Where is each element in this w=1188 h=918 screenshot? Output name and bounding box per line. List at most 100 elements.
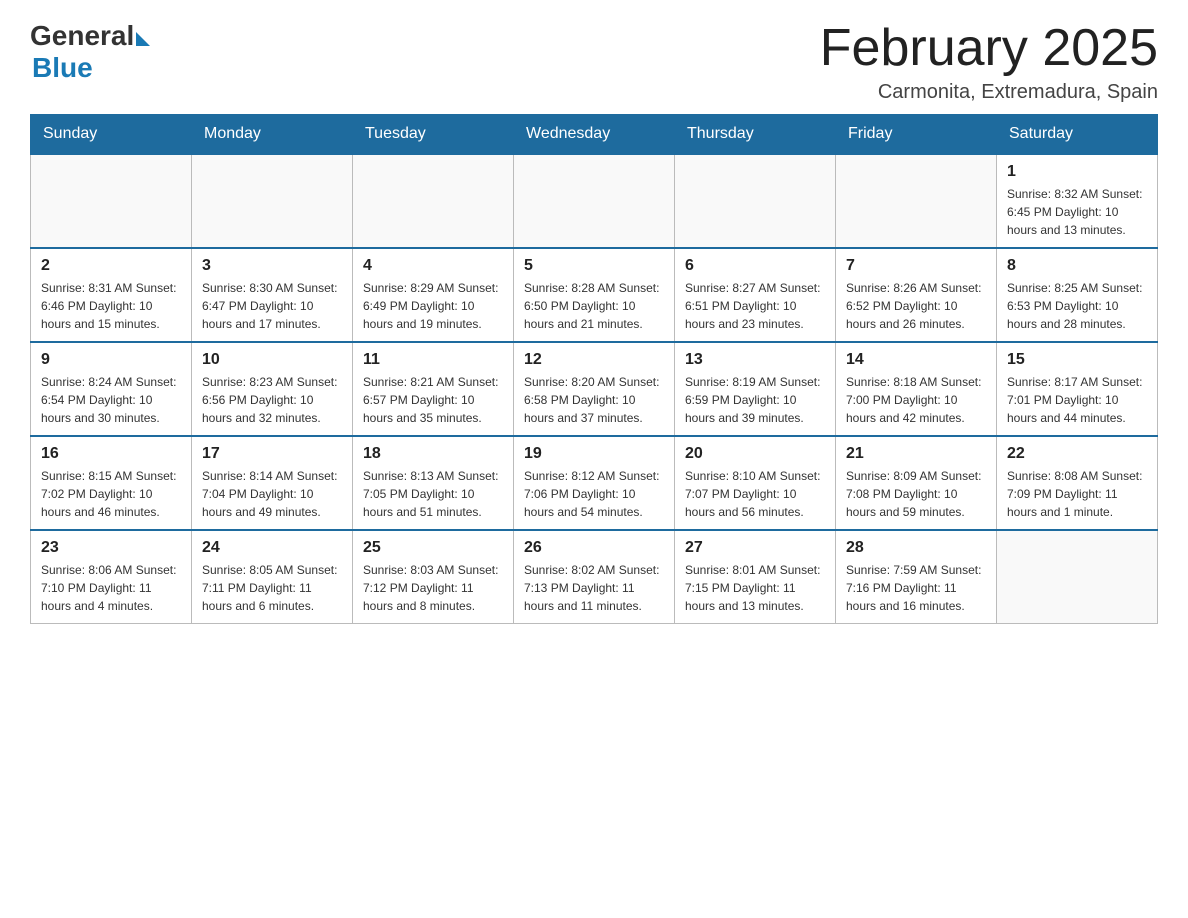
- day-number: 3: [202, 257, 342, 275]
- calendar-cell: [514, 154, 675, 248]
- day-number: 14: [846, 351, 986, 369]
- day-number: 24: [202, 539, 342, 557]
- day-info: Sunrise: 8:05 AM Sunset: 7:11 PM Dayligh…: [202, 561, 342, 615]
- calendar-cell: 6 Sunrise: 8:27 AM Sunset: 6:51 PM Daylig…: [675, 248, 836, 342]
- calendar-cell: 23 Sunrise: 8:06 AM Sunset: 7:10 PM Dayli…: [31, 530, 192, 624]
- week-row-5: 23 Sunrise: 8:06 AM Sunset: 7:10 PM Dayli…: [31, 530, 1158, 624]
- day-number: 9: [41, 351, 181, 369]
- day-info: Sunrise: 8:30 AM Sunset: 6:47 PM Dayligh…: [202, 279, 342, 333]
- day-info: Sunrise: 8:02 AM Sunset: 7:13 PM Dayligh…: [524, 561, 664, 615]
- day-number: 16: [41, 445, 181, 463]
- day-info: Sunrise: 8:25 AM Sunset: 6:53 PM Dayligh…: [1007, 279, 1147, 333]
- calendar-cell: 13 Sunrise: 8:19 AM Sunset: 6:59 PM Dayli…: [675, 342, 836, 436]
- day-info: Sunrise: 8:06 AM Sunset: 7:10 PM Dayligh…: [41, 561, 181, 615]
- calendar-cell: 25Sunrise: 8:03 AM Sunset: 7:12 PM Dayli…: [353, 530, 514, 624]
- calendar-cell: [31, 154, 192, 248]
- weekday-header-sunday: Sunday: [31, 115, 192, 155]
- day-info: Sunrise: 8:28 AM Sunset: 6:50 PM Dayligh…: [524, 279, 664, 333]
- weekday-header-saturday: Saturday: [997, 115, 1158, 155]
- day-info: Sunrise: 8:03 AM Sunset: 7:12 PM Dayligh…: [363, 561, 503, 615]
- day-info: Sunrise: 8:29 AM Sunset: 6:49 PM Dayligh…: [363, 279, 503, 333]
- week-row-3: 9 Sunrise: 8:24 AM Sunset: 6:54 PM Daylig…: [31, 342, 1158, 436]
- day-info: Sunrise: 8:24 AM Sunset: 6:54 PM Dayligh…: [41, 373, 181, 427]
- calendar-cell: [675, 154, 836, 248]
- calendar-cell: 20 Sunrise: 8:10 AM Sunset: 7:07 PM Dayli…: [675, 436, 836, 530]
- calendar-subtitle: Carmonita, Extremadura, Spain: [820, 81, 1158, 104]
- day-number: 5: [524, 257, 664, 275]
- week-row-1: 1 Sunrise: 8:32 AM Sunset: 6:45 PM Daylig…: [31, 154, 1158, 248]
- day-number: 15: [1007, 351, 1147, 369]
- logo-blue-text: Blue: [32, 52, 93, 84]
- logo-arrow-icon: [136, 32, 150, 46]
- day-info: Sunrise: 8:20 AM Sunset: 6:58 PM Dayligh…: [524, 373, 664, 427]
- calendar-cell: 19Sunrise: 8:12 AM Sunset: 7:06 PM Dayli…: [514, 436, 675, 530]
- day-info: Sunrise: 8:10 AM Sunset: 7:07 PM Dayligh…: [685, 467, 825, 521]
- calendar-cell: 9 Sunrise: 8:24 AM Sunset: 6:54 PM Daylig…: [31, 342, 192, 436]
- calendar-cell: 10Sunrise: 8:23 AM Sunset: 6:56 PM Dayli…: [192, 342, 353, 436]
- weekday-header-thursday: Thursday: [675, 115, 836, 155]
- day-info: Sunrise: 8:01 AM Sunset: 7:15 PM Dayligh…: [685, 561, 825, 615]
- day-info: Sunrise: 8:15 AM Sunset: 7:02 PM Dayligh…: [41, 467, 181, 521]
- day-number: 2: [41, 257, 181, 275]
- day-number: 10: [202, 351, 342, 369]
- day-number: 11: [363, 351, 503, 369]
- calendar-cell: 2 Sunrise: 8:31 AM Sunset: 6:46 PM Daylig…: [31, 248, 192, 342]
- weekday-header-monday: Monday: [192, 115, 353, 155]
- day-info: Sunrise: 8:21 AM Sunset: 6:57 PM Dayligh…: [363, 373, 503, 427]
- calendar-cell: 21 Sunrise: 8:09 AM Sunset: 7:08 PM Dayli…: [836, 436, 997, 530]
- calendar-cell: 14 Sunrise: 8:18 AM Sunset: 7:00 PM Dayli…: [836, 342, 997, 436]
- day-number: 27: [685, 539, 825, 557]
- calendar-cell: [353, 154, 514, 248]
- day-info: Sunrise: 8:14 AM Sunset: 7:04 PM Dayligh…: [202, 467, 342, 521]
- calendar-cell: 11 Sunrise: 8:21 AM Sunset: 6:57 PM Dayli…: [353, 342, 514, 436]
- day-number: 8: [1007, 257, 1147, 275]
- weekday-header-friday: Friday: [836, 115, 997, 155]
- day-number: 7: [846, 257, 986, 275]
- calendar-cell: 7 Sunrise: 8:26 AM Sunset: 6:52 PM Daylig…: [836, 248, 997, 342]
- day-info: Sunrise: 8:19 AM Sunset: 6:59 PM Dayligh…: [685, 373, 825, 427]
- day-info: Sunrise: 8:12 AM Sunset: 7:06 PM Dayligh…: [524, 467, 664, 521]
- title-block: February 2025 Carmonita, Extremadura, Sp…: [820, 20, 1158, 104]
- day-info: Sunrise: 8:08 AM Sunset: 7:09 PM Dayligh…: [1007, 467, 1147, 521]
- day-number: 13: [685, 351, 825, 369]
- calendar-cell: 5 Sunrise: 8:28 AM Sunset: 6:50 PM Daylig…: [514, 248, 675, 342]
- calendar-title: February 2025: [820, 20, 1158, 77]
- day-number: 17: [202, 445, 342, 463]
- calendar-cell: 15 Sunrise: 8:17 AM Sunset: 7:01 PM Dayli…: [997, 342, 1158, 436]
- day-number: 18: [363, 445, 503, 463]
- calendar-cell: [192, 154, 353, 248]
- day-number: 1: [1007, 163, 1147, 181]
- calendar-cell: 27 Sunrise: 8:01 AM Sunset: 7:15 PM Dayli…: [675, 530, 836, 624]
- calendar-cell: 24 Sunrise: 8:05 AM Sunset: 7:11 PM Dayli…: [192, 530, 353, 624]
- calendar-cell: 3 Sunrise: 8:30 AM Sunset: 6:47 PM Daylig…: [192, 248, 353, 342]
- logo-general-text: General: [30, 20, 134, 52]
- calendar-cell: 12Sunrise: 8:20 AM Sunset: 6:58 PM Dayli…: [514, 342, 675, 436]
- calendar-cell: 1 Sunrise: 8:32 AM Sunset: 6:45 PM Daylig…: [997, 154, 1158, 248]
- day-info: Sunrise: 8:26 AM Sunset: 6:52 PM Dayligh…: [846, 279, 986, 333]
- day-info: Sunrise: 8:32 AM Sunset: 6:45 PM Dayligh…: [1007, 185, 1147, 239]
- calendar-cell: 8 Sunrise: 8:25 AM Sunset: 6:53 PM Daylig…: [997, 248, 1158, 342]
- weekday-header-row: SundayMondayTuesdayWednesdayThursdayFrid…: [31, 115, 1158, 155]
- day-info: Sunrise: 8:09 AM Sunset: 7:08 PM Dayligh…: [846, 467, 986, 521]
- calendar-cell: 22 Sunrise: 8:08 AM Sunset: 7:09 PM Dayli…: [997, 436, 1158, 530]
- day-info: Sunrise: 8:31 AM Sunset: 6:46 PM Dayligh…: [41, 279, 181, 333]
- day-info: Sunrise: 8:17 AM Sunset: 7:01 PM Dayligh…: [1007, 373, 1147, 427]
- day-info: Sunrise: 8:18 AM Sunset: 7:00 PM Dayligh…: [846, 373, 986, 427]
- day-number: 20: [685, 445, 825, 463]
- calendar-cell: 18Sunrise: 8:13 AM Sunset: 7:05 PM Dayli…: [353, 436, 514, 530]
- day-number: 23: [41, 539, 181, 557]
- week-row-2: 2 Sunrise: 8:31 AM Sunset: 6:46 PM Daylig…: [31, 248, 1158, 342]
- logo: General Blue: [30, 20, 150, 84]
- day-number: 22: [1007, 445, 1147, 463]
- calendar-cell: [997, 530, 1158, 624]
- logo-blue-part: [134, 26, 150, 46]
- weekday-header-wednesday: Wednesday: [514, 115, 675, 155]
- weekday-header-tuesday: Tuesday: [353, 115, 514, 155]
- calendar-cell: 4Sunrise: 8:29 AM Sunset: 6:49 PM Daylig…: [353, 248, 514, 342]
- day-info: Sunrise: 7:59 AM Sunset: 7:16 PM Dayligh…: [846, 561, 986, 615]
- day-number: 21: [846, 445, 986, 463]
- day-info: Sunrise: 8:27 AM Sunset: 6:51 PM Dayligh…: [685, 279, 825, 333]
- week-row-4: 16 Sunrise: 8:15 AM Sunset: 7:02 PM Dayli…: [31, 436, 1158, 530]
- day-number: 28: [846, 539, 986, 557]
- day-number: 6: [685, 257, 825, 275]
